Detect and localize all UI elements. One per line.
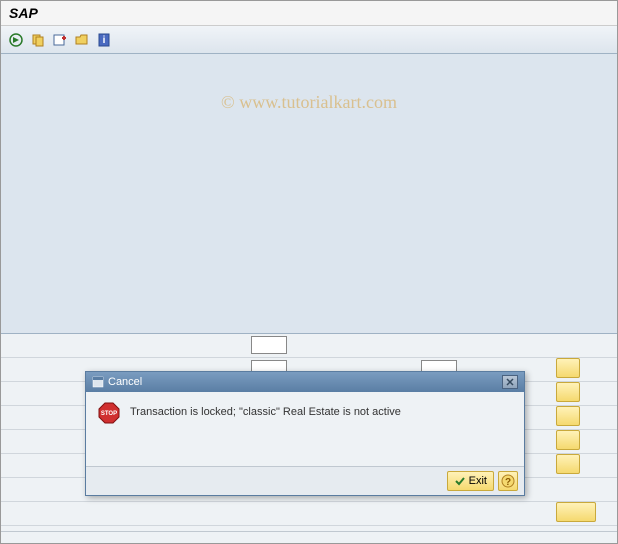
action-button[interactable] xyxy=(556,430,580,450)
watermark: © www.tutorialkart.com xyxy=(221,92,397,113)
dialog-title: Cancel xyxy=(108,376,142,388)
action-button[interactable] xyxy=(556,382,580,402)
toolbar: i xyxy=(1,26,617,54)
action-button[interactable] xyxy=(556,358,580,378)
create-icon[interactable] xyxy=(51,31,69,49)
dialog-icon xyxy=(92,376,104,388)
svg-text:i: i xyxy=(103,35,106,46)
close-button[interactable] xyxy=(502,375,518,389)
help-button[interactable]: ? xyxy=(498,471,518,491)
svg-text:?: ? xyxy=(505,477,511,488)
open-icon[interactable] xyxy=(73,31,91,49)
dialog-footer: Exit ? xyxy=(86,466,524,495)
check-icon xyxy=(454,475,466,487)
info-icon[interactable]: i xyxy=(95,31,113,49)
status-bar xyxy=(1,531,617,543)
content-area: © www.tutorialkart.com xyxy=(1,54,617,334)
action-button[interactable] xyxy=(556,502,596,522)
svg-text:STOP: STOP xyxy=(101,411,117,417)
action-button[interactable] xyxy=(556,406,580,426)
exit-button[interactable]: Exit xyxy=(447,471,494,491)
exit-label: Exit xyxy=(469,475,487,487)
input-field[interactable] xyxy=(251,336,287,354)
dialog-titlebar: Cancel xyxy=(86,372,524,392)
cancel-dialog: Cancel STOP Transaction is locked; "clas… xyxy=(85,371,525,496)
stop-icon: STOP xyxy=(98,402,120,424)
dialog-message: Transaction is locked; "classic" Real Es… xyxy=(130,402,401,422)
copy-icon[interactable] xyxy=(29,31,47,49)
action-button[interactable] xyxy=(556,454,580,474)
execute-icon[interactable] xyxy=(7,31,25,49)
help-icon: ? xyxy=(501,474,515,488)
window-title: SAP xyxy=(1,1,617,26)
